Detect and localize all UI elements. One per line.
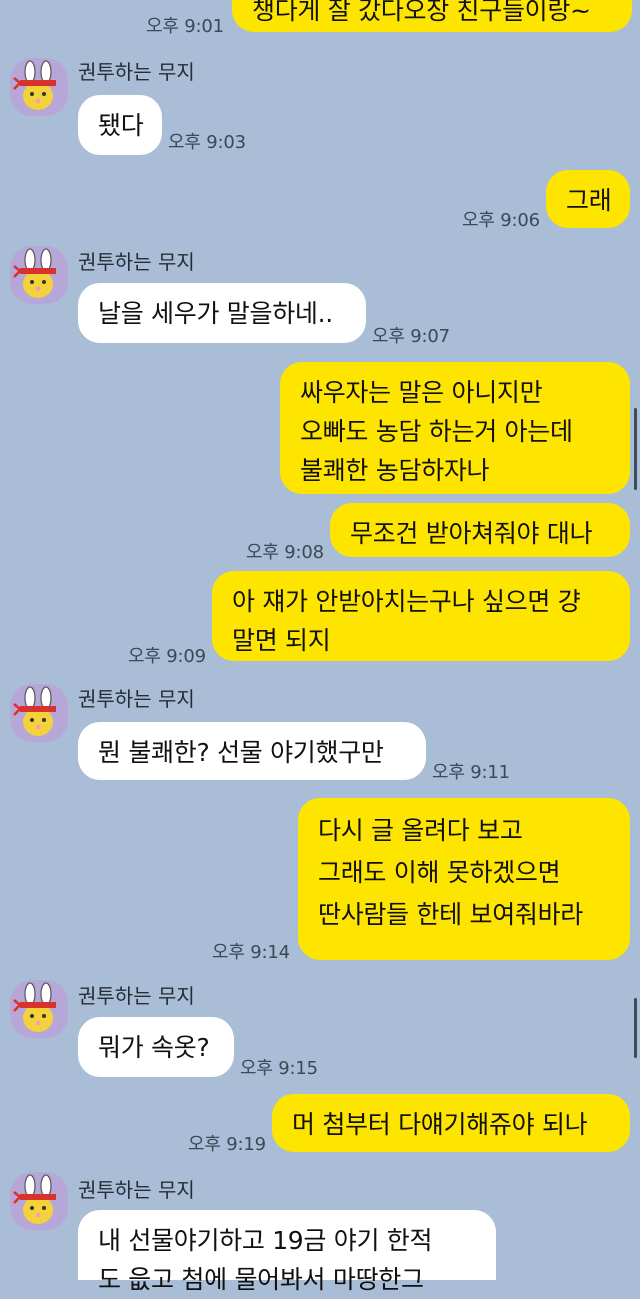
message-timestamp: 오후 9:07	[372, 326, 450, 347]
my-message-bubble[interactable]: 아 쟤가 안받아치는구나 싶으면 걍 말면 되지	[212, 571, 630, 661]
boxing-muzi-avatar-icon	[13, 248, 56, 298]
boxing-muzi-avatar-icon	[13, 982, 56, 1032]
my-message-bubble[interactable]: 무조건 받아쳐줘야 대나	[330, 503, 630, 557]
message-timestamp: 오후 9:06	[462, 210, 540, 231]
friend-message-bubble[interactable]: 뭔 불쾌한? 선물 야기했구만	[78, 722, 426, 780]
boxing-muzi-avatar-icon	[13, 1174, 56, 1224]
my-message-bubble[interactable]: 챙다게 잘 갔다오장 친구들이랑~	[232, 0, 632, 32]
friend-name: 권투하는 무지	[78, 1178, 195, 1202]
friend-name: 권투하는 무지	[78, 250, 195, 274]
scrollbar[interactable]	[634, 998, 637, 1058]
friend-message-bubble[interactable]: 뭐가 속옷?	[78, 1017, 234, 1077]
friend-avatar[interactable]	[10, 1172, 68, 1230]
my-message-bubble[interactable]: 싸우자는 말은 아니지만 오빠도 농담 하는거 아는데 불쾌한 농담하자나	[280, 362, 630, 494]
boxing-muzi-avatar-icon	[13, 60, 56, 110]
boxing-muzi-avatar-icon	[13, 686, 56, 736]
message-timestamp: 오후 9:11	[432, 762, 510, 783]
friend-message-bubble[interactable]: 날을 세우가 말을하네..	[78, 283, 366, 343]
message-timestamp: 오후 9:03	[168, 132, 246, 153]
scrollbar[interactable]	[634, 408, 637, 490]
friend-name: 권투하는 무지	[78, 984, 195, 1008]
my-message-bubble[interactable]: 그래	[546, 170, 630, 228]
friend-avatar[interactable]	[10, 684, 68, 742]
message-timestamp: 오후 9:08	[246, 542, 324, 563]
friend-message-bubble[interactable]: 내 선물야기하고 19금 야기 한적 도 읎고 첨에 물어봐서 마땅한그	[78, 1210, 496, 1294]
friend-name: 권투하는 무지	[78, 60, 195, 84]
friend-avatar[interactable]	[10, 980, 68, 1038]
friend-name: 권투하는 무지	[78, 687, 195, 711]
message-timestamp: 오후 9:14	[212, 942, 290, 963]
my-message-bubble[interactable]: 다시 글 올려다 보고 그래도 이해 못하겠으면 딴사람들 한테 보여줘바라	[298, 798, 630, 960]
friend-message-bubble[interactable]: 됐다	[78, 95, 162, 155]
message-timestamp: 오후 9:15	[240, 1058, 318, 1079]
friend-avatar[interactable]	[10, 246, 68, 304]
friend-avatar[interactable]	[10, 58, 68, 116]
message-timestamp: 오후 9:01	[146, 16, 224, 37]
my-message-bubble[interactable]: 머 첨부터 다얘기해쥬야 되나	[272, 1094, 630, 1152]
message-timestamp: 오후 9:19	[188, 1134, 266, 1155]
message-timestamp: 오후 9:09	[128, 646, 206, 667]
